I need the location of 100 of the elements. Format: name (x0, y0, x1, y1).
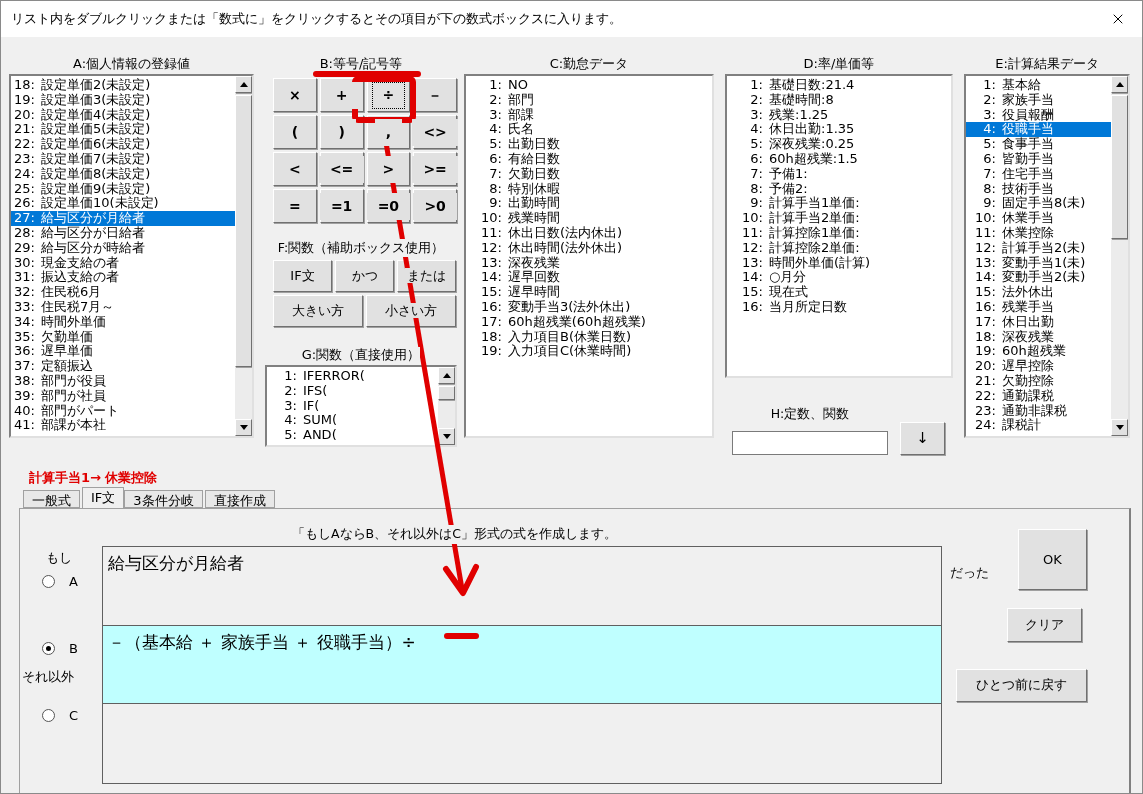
list-item[interactable]: 15: 現在式 (727, 285, 951, 300)
list-item[interactable]: 1: IFERROR( (267, 369, 438, 384)
list-item[interactable]: 6: 皆勤手当 (966, 152, 1111, 167)
list-item[interactable]: 37: 定額振込 (11, 359, 235, 374)
list-item[interactable]: 20: 遅早控除 (966, 359, 1111, 374)
scroll-up-button[interactable] (438, 367, 455, 384)
list-item[interactable]: 21: 設定単価5(未設定) (11, 122, 235, 138)
list-item[interactable]: 14: 変動手当2(未) (966, 270, 1111, 286)
radio-button[interactable] (42, 709, 55, 722)
list-item[interactable]: 3: IF( (267, 398, 438, 414)
list-item[interactable]: 35: 欠勤単価 (11, 329, 235, 345)
list-item[interactable]: 13: 変動手当1(未) (966, 255, 1111, 271)
list-item[interactable]: 7: 欠勤日数 (466, 166, 712, 182)
list-item[interactable]: 14: 遅早回数 (466, 270, 712, 286)
list-item[interactable]: 39: 部門が社員 (11, 388, 235, 404)
list-item[interactable]: 8: 特別休暇 (466, 181, 712, 197)
list-item[interactable]: 10: 計算手当2単価: (727, 211, 951, 226)
function-button[interactable]: IF文 (273, 260, 332, 292)
list-item[interactable]: 4: 役職手当 (966, 122, 1111, 138)
list-item[interactable]: 12: 休出時間(法外休出) (466, 240, 712, 256)
function-button[interactable]: 小さい方 (366, 295, 456, 327)
function-button[interactable]: または (397, 260, 456, 292)
list-item[interactable]: 33: 住民税7月～ (11, 299, 235, 315)
list-item[interactable]: 27: 給与区分が月給者 (11, 211, 235, 226)
list-item[interactable]: 9: 出勤時間 (466, 196, 712, 212)
list-item[interactable]: 4: 氏名 (466, 122, 712, 138)
list-item[interactable]: 17: 60h超残業(60h超残業) (466, 314, 712, 330)
symbol-button[interactable]: <> (413, 115, 457, 149)
formula-field[interactable] (102, 704, 942, 784)
symbol-button[interactable]: ( (273, 115, 317, 149)
list-item[interactable]: 3: 部課 (466, 107, 712, 123)
list-item[interactable]: 7: 予備1: (727, 166, 951, 182)
list-item[interactable]: 3: 役員報酬 (966, 107, 1111, 123)
insert-button[interactable]: ↓ (900, 422, 945, 455)
symbol-button[interactable]: >= (413, 152, 457, 186)
list-item[interactable]: 12: 計算手当2(未) (966, 240, 1111, 256)
list-item[interactable]: 22: 設定単価6(未設定) (11, 137, 235, 152)
scroll-down-button[interactable] (235, 419, 252, 436)
undo-button[interactable]: ひとつ前に戻す (956, 669, 1087, 702)
scrollbar[interactable] (235, 76, 252, 436)
list-item[interactable]: 1: 基礎日数:21.4 (727, 78, 951, 93)
radio-button[interactable] (42, 575, 55, 588)
list-item[interactable]: 4: SUM( (267, 413, 438, 429)
list-item[interactable]: 16: 当月所定日数 (727, 299, 951, 315)
function-button[interactable]: かつ (335, 260, 394, 292)
list-item[interactable]: 2: 基礎時間:8 (727, 92, 951, 108)
list-item[interactable]: 4: 休日出勤:1.35 (727, 122, 951, 138)
scroll-up-button[interactable] (235, 76, 252, 93)
list-item[interactable]: 11: 休業控除 (966, 225, 1111, 241)
list-item[interactable]: 29: 給与区分が時給者 (11, 240, 235, 256)
list-item[interactable]: 9: 計算手当1単価: (727, 196, 951, 212)
list-item[interactable]: 10: 残業時間 (466, 211, 712, 226)
symbol-button[interactable]: × (273, 78, 317, 112)
list-item[interactable]: 24: 設定単価8(未設定) (11, 166, 235, 182)
symbol-button[interactable]: =0 (366, 189, 411, 223)
list-item[interactable]: 5: 食事手当 (966, 137, 1111, 152)
list-item[interactable]: 16: 変動手当3(法外休出) (466, 299, 712, 315)
list-item[interactable]: 5: 出勤日数 (466, 137, 712, 152)
input-field[interactable] (732, 431, 888, 455)
list-item[interactable]: 15: 法外休出 (966, 285, 1111, 300)
list-item[interactable]: 1: 基本給 (966, 78, 1111, 93)
symbol-button[interactable]: － (413, 78, 457, 112)
list-item[interactable]: 14: ○月分 (727, 270, 951, 286)
list-item[interactable]: 11: 計算控除1単価: (727, 225, 951, 241)
list-item[interactable]: 21: 欠勤控除 (966, 373, 1111, 389)
list-item[interactable]: 41: 部課が本社 (11, 418, 235, 434)
list-item[interactable]: 16: 残業手当 (966, 299, 1111, 315)
symbol-button[interactable]: >0 (413, 189, 457, 223)
scroll-down-button[interactable] (1111, 419, 1128, 436)
list-item[interactable]: 10: 休業手当 (966, 211, 1111, 226)
list-item[interactable]: 12: 計算控除2単価: (727, 240, 951, 256)
symbol-button[interactable]: ) (319, 115, 364, 149)
list-item[interactable]: 34: 時間外単価 (11, 314, 235, 330)
formula-field[interactable]: －（基本給 ＋ 家族手当 ＋ 役職手当）÷ (102, 626, 942, 704)
list-item[interactable]: 3: 残業:1.25 (727, 107, 951, 123)
list-item[interactable]: 2: 部門 (466, 92, 712, 108)
list-item[interactable]: 9: 固定手当8(未) (966, 196, 1111, 212)
symbol-button[interactable]: > (366, 152, 411, 186)
list-item[interactable]: 5: AND( (267, 428, 438, 443)
scrollbar[interactable] (438, 367, 455, 445)
list-item[interactable]: 8: 技術手当 (966, 181, 1111, 197)
list-item[interactable]: 26: 設定単価10(未設定) (11, 196, 235, 212)
list-item[interactable]: 15: 遅早時間 (466, 285, 712, 300)
list-item[interactable]: 17: 休日出勤 (966, 314, 1111, 330)
symbol-button[interactable]: <= (319, 152, 364, 186)
list-item[interactable]: 36: 遅早単価 (11, 344, 235, 360)
list-item[interactable]: 23: 通勤非課税 (966, 403, 1111, 419)
clear-button[interactable]: クリア (1007, 608, 1082, 642)
list-item[interactable]: 11: 休出日数(法内休出) (466, 225, 712, 241)
formula-field[interactable]: 給与区分が月給者 (102, 546, 942, 626)
list-item[interactable]: 13: 深夜残業 (466, 255, 712, 271)
list-item[interactable]: 22: 通勤課税 (966, 388, 1111, 404)
list-item[interactable]: 13: 時間外単価(計算) (727, 255, 951, 271)
list-item[interactable]: 8: 予備2: (727, 181, 951, 197)
tab[interactable]: 3条件分岐 (124, 490, 203, 508)
list-item[interactable]: 18: 設定単価2(未設定) (11, 78, 235, 93)
symbol-button[interactable]: + (319, 78, 364, 112)
list-item[interactable]: 40: 部門がパート (11, 403, 235, 419)
tab[interactable]: 直接作成 (204, 490, 275, 508)
tab[interactable]: IF文 (82, 487, 125, 508)
